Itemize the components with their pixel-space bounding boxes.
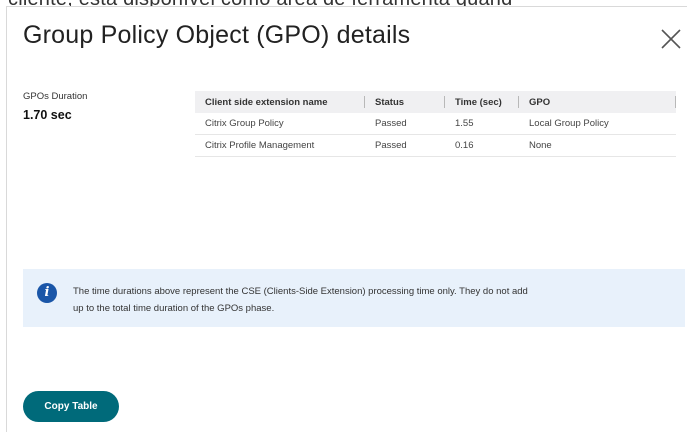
column-header-cse-name[interactable]: Client side extension name <box>195 91 365 113</box>
cell-cse-name: Citrix Profile Management <box>195 134 365 157</box>
cell-time: 1.55 <box>445 113 519 135</box>
column-header-status[interactable]: Status <box>365 91 445 113</box>
cse-table: Client side extension name Status Time (… <box>195 91 676 157</box>
cell-gpo: Local Group Policy <box>519 113 676 135</box>
cell-gpo: None <box>519 134 676 157</box>
info-text: The time durations above represent the C… <box>73 283 653 317</box>
info-text-line-1: The time durations above represent the C… <box>73 286 528 297</box>
info-banner: i The time durations above represent the… <box>23 269 685 327</box>
cell-cse-name: Citrix Group Policy <box>195 113 365 135</box>
column-header-time[interactable]: Time (sec) <box>445 91 519 113</box>
close-button[interactable] <box>658 26 684 52</box>
gpo-details-dialog: Group Policy Object (GPO) details GPOs D… <box>6 6 687 432</box>
table-header-row: Client side extension name Status Time (… <box>195 91 676 113</box>
table-row: Citrix Group Policy Passed 1.55 Local Gr… <box>195 113 676 135</box>
cell-time: 0.16 <box>445 134 519 157</box>
dialog-title: Group Policy Object (GPO) details <box>23 21 411 49</box>
info-icon: i <box>37 283 57 303</box>
gpo-duration-label: GPOs Duration <box>23 91 88 102</box>
table-row: Citrix Profile Management Passed 0.16 No… <box>195 134 676 157</box>
close-icon <box>661 29 681 49</box>
cell-status: Passed <box>365 134 445 157</box>
info-text-line-2: up to the total time duration of the GPO… <box>73 303 275 314</box>
copy-table-button[interactable]: Copy Table <box>23 391 119 422</box>
cell-status: Passed <box>365 113 445 135</box>
column-header-gpo[interactable]: GPO <box>519 91 676 113</box>
gpo-duration-value: 1.70 sec <box>23 108 72 122</box>
